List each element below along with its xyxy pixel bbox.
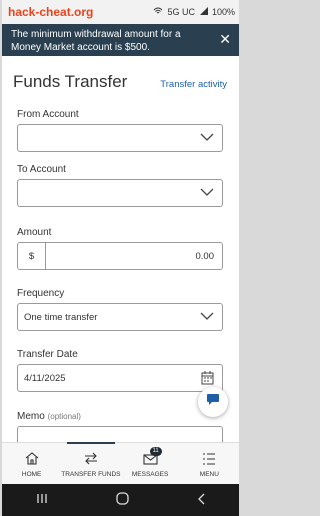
back-icon[interactable] [197,493,205,508]
chevron-down-icon [200,311,214,324]
bottom-tab-bar: HOME TRANSFER FUNDS 11 MESSAGES MENU [2,442,239,484]
mail-icon [143,454,158,471]
status-bar: hack-cheat.org 5G UC 100% [2,0,239,24]
frequency-label: Frequency [17,288,65,299]
tab-menu[interactable]: MENU [180,443,239,484]
frequency-value: One time transfer [24,311,98,323]
calendar-icon[interactable] [201,371,214,388]
tab-home[interactable]: HOME [2,443,61,484]
signal-icon [199,7,208,17]
chevron-down-icon [200,187,214,200]
notice-banner: The minimum withdrawal amount for a Mone… [2,24,239,56]
recent-apps-icon[interactable] [36,493,48,507]
home-button-icon[interactable] [116,492,129,508]
watermark-text: hack-cheat.org [8,5,94,19]
status-icons: 5G UC 100% [153,7,235,17]
transfer-date-value: 4/11/2025 [24,372,66,384]
tab-messages-label: MESSAGES [131,471,169,478]
tab-transfer-funds[interactable]: TRANSFER FUNDS [61,442,121,484]
close-icon[interactable]: ✕ [219,32,231,46]
frequency-select[interactable]: One time transfer [17,303,223,331]
wifi-icon [153,7,163,17]
network-label: 5G UC [167,7,195,17]
tab-messages[interactable]: 11 MESSAGES [121,443,180,484]
from-account-label: From Account [17,109,79,120]
chat-bubble-icon [206,393,220,411]
transfer-date-label: Transfer Date [17,349,78,360]
system-nav-bar [2,484,239,516]
transfer-date-input[interactable]: 4/11/2025 [17,364,223,392]
tab-transfer-label: TRANSFER FUNDS [61,471,121,478]
memo-label: Memo (optional) [17,411,81,422]
home-icon [25,452,39,471]
memo-optional-text: (optional) [47,412,81,421]
chevron-down-icon [200,132,214,145]
amount-input[interactable]: $ 0.00 [17,242,223,270]
tab-menu-label: MENU [199,471,219,478]
chat-button[interactable] [198,387,228,417]
page-title: Funds Transfer [13,72,128,91]
menu-icon [202,453,216,471]
amount-value: 0.00 [195,250,215,262]
app-frame: hack-cheat.org 5G UC 100% The minimum wi… [2,0,239,516]
banner-message: The minimum withdrawal amount for a Mone… [11,29,181,53]
transfer-activity-link[interactable]: Transfer activity [160,79,227,90]
tab-home-label: HOME [21,471,42,478]
transfer-icon [84,452,98,471]
memo-label-text: Memo [17,411,45,422]
amount-label: Amount [17,227,52,238]
to-account-label: To Account [17,164,66,175]
battery-label: 100% [211,7,235,17]
page-header: Funds Transfer Transfer activity [2,56,239,104]
to-account-select[interactable] [17,179,223,207]
currency-symbol: $ [18,243,46,269]
from-account-select[interactable] [17,124,223,152]
messages-badge: 11 [149,447,162,456]
